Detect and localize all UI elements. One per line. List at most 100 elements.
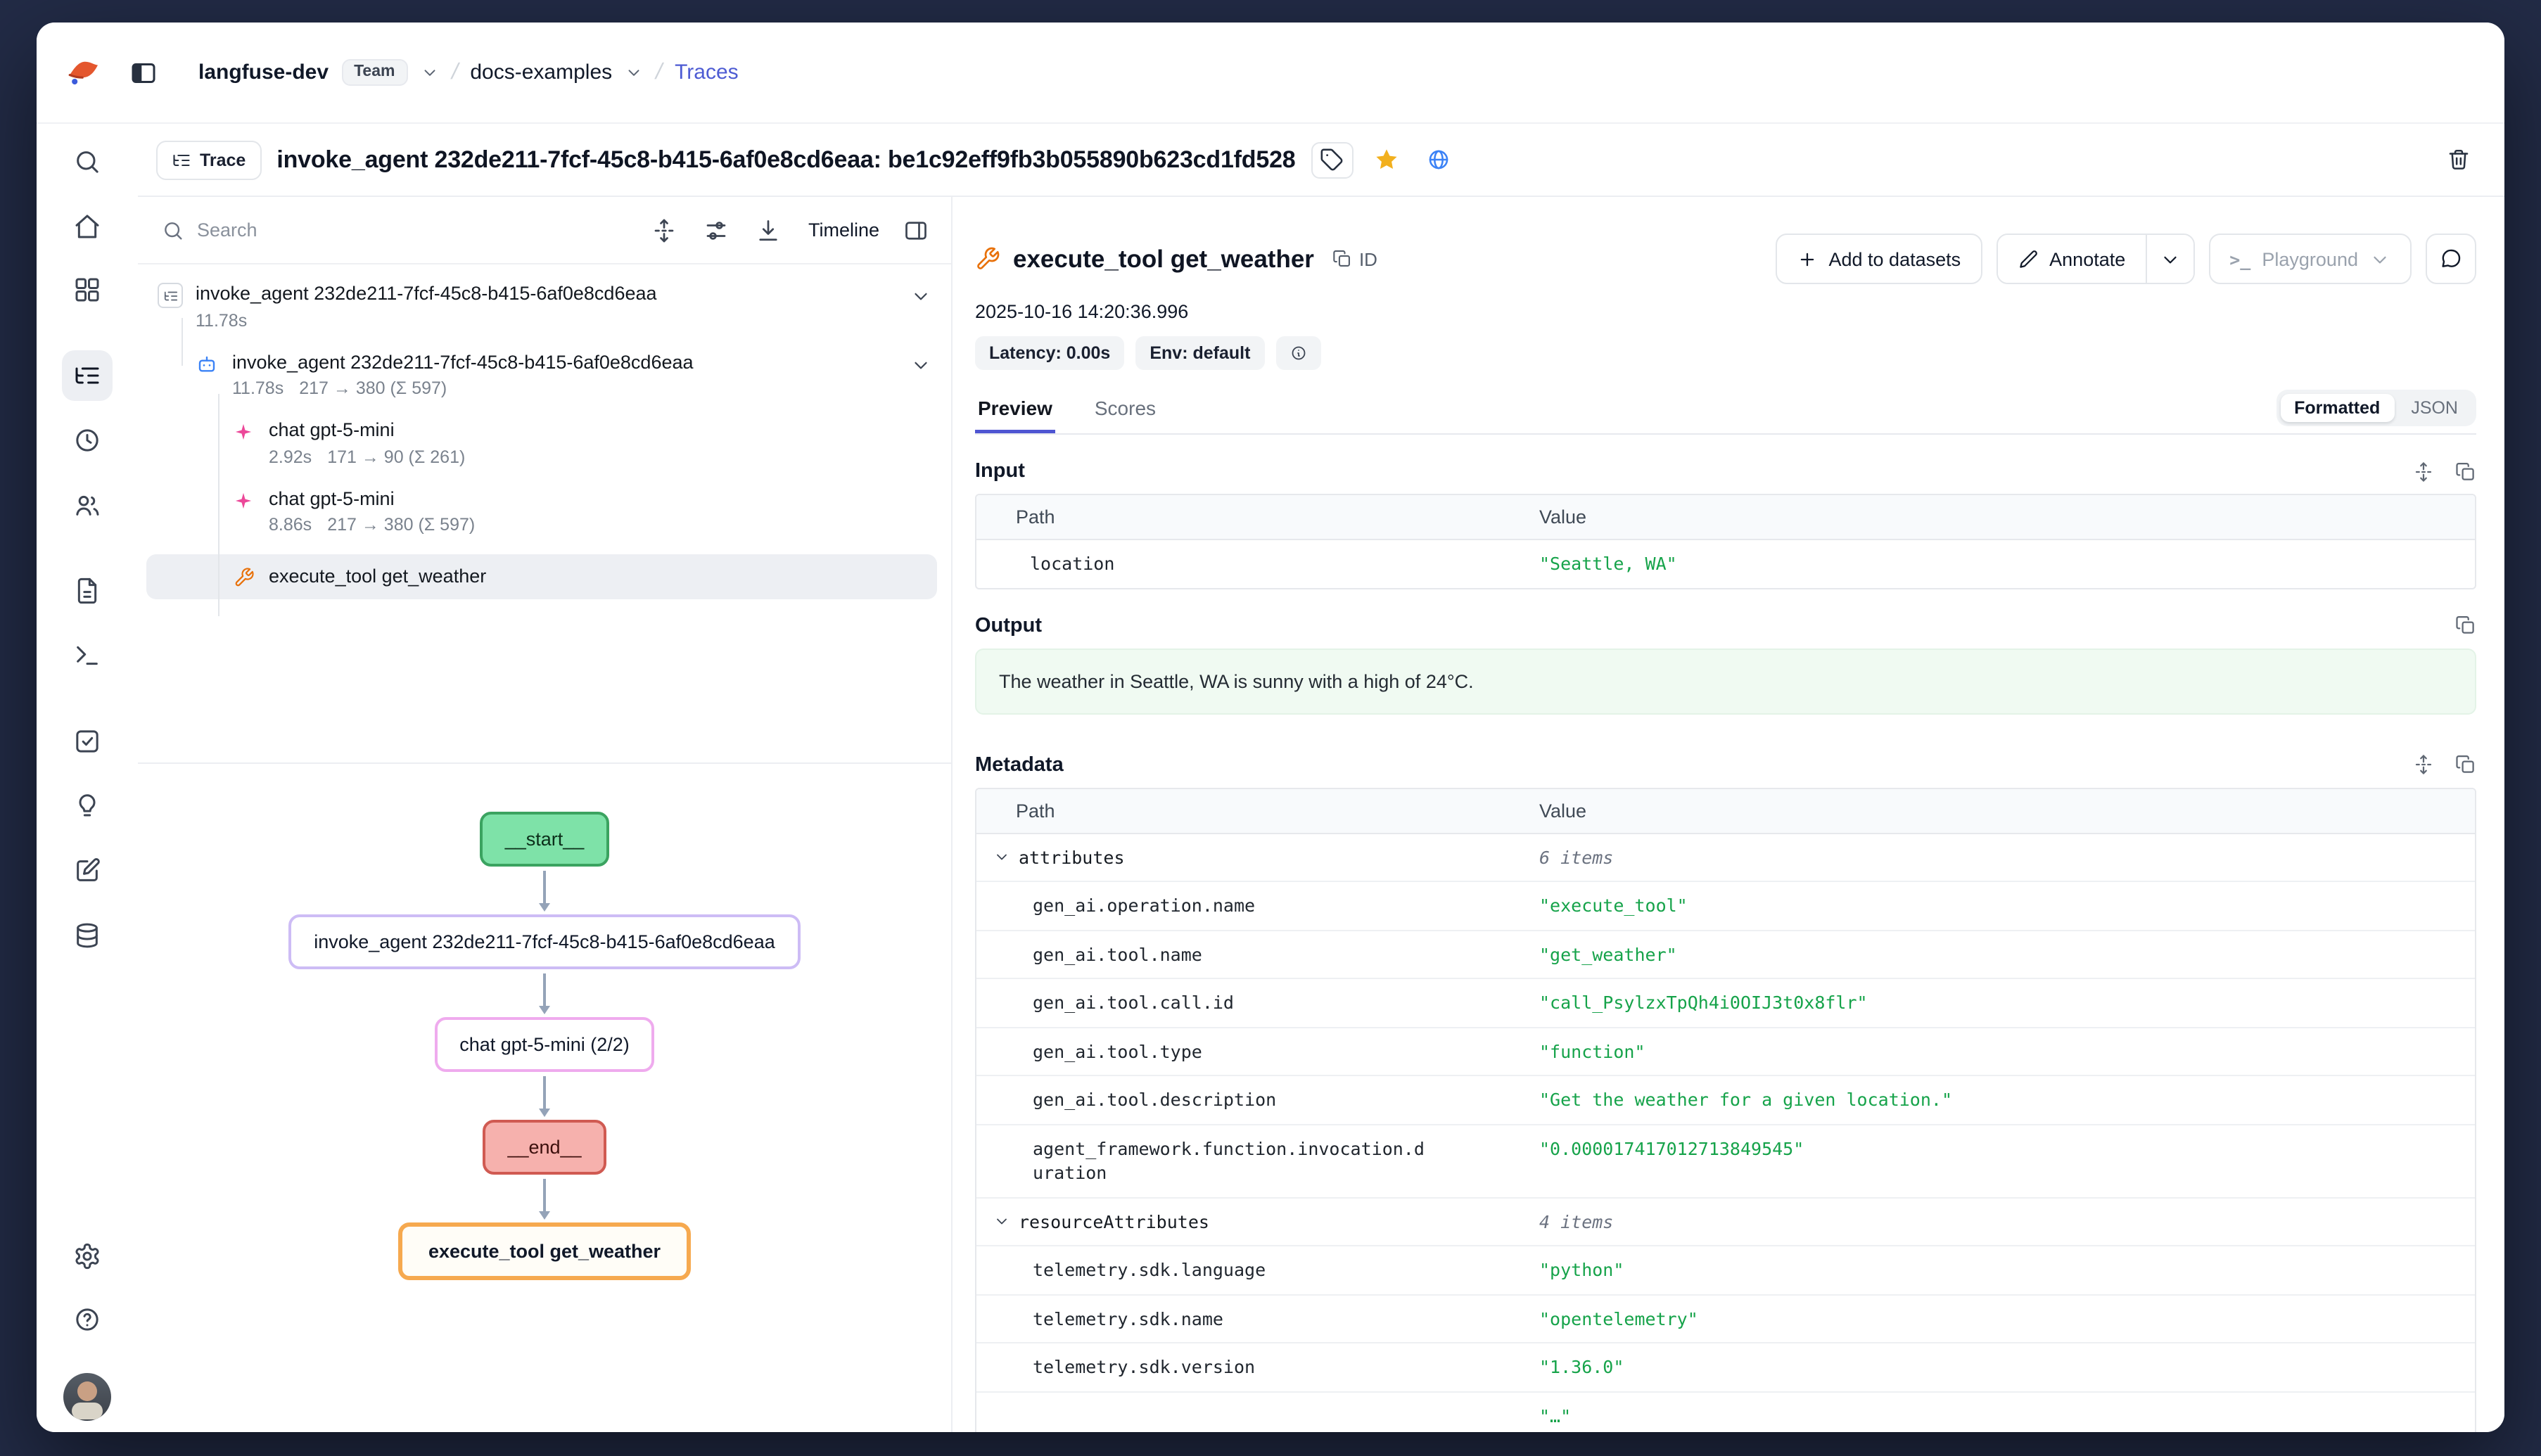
- breadcrumb-separator: /: [449, 60, 461, 85]
- observation-timestamp: 2025-10-16 14:20:36.996: [975, 301, 2476, 322]
- trace-type-badge: Trace: [156, 140, 261, 179]
- evaluation-icon[interactable]: [62, 716, 113, 767]
- prompts-icon[interactable]: [62, 566, 113, 616]
- tag-icon[interactable]: [1311, 141, 1354, 178]
- globe-icon[interactable]: [1421, 141, 1458, 178]
- support-icon[interactable]: [62, 1294, 113, 1345]
- graph-node-end[interactable]: __end__: [482, 1120, 606, 1175]
- app-window: langfuse-dev Team / docs-examples / Trac…: [37, 23, 2504, 1432]
- tab-scores[interactable]: Scores: [1092, 381, 1159, 433]
- sessions-icon[interactable]: [62, 415, 113, 466]
- graph-node-chat[interactable]: chat gpt-5-mini (2/2): [434, 1017, 655, 1072]
- search-icon[interactable]: [62, 136, 113, 187]
- tree-row-tokens: 217 → 380 (Σ 597): [327, 515, 475, 535]
- copy-icon[interactable]: [2455, 754, 2476, 775]
- chevron-down-icon[interactable]: [910, 350, 931, 375]
- annotate-split-button: Annotate: [1996, 234, 2194, 284]
- input-section-label: Input: [975, 460, 1025, 483]
- graph-edge-arrow: [539, 1072, 550, 1120]
- metadata-group-row[interactable]: attributes 6 items: [976, 834, 2475, 881]
- generation-icon: [231, 487, 256, 513]
- download-icon[interactable]: [756, 216, 784, 244]
- timeline-toggle[interactable]: Timeline: [808, 219, 879, 241]
- annotate-dropdown-icon[interactable]: [2145, 235, 2193, 283]
- metadata-key: gen_ai.tool.type: [1033, 1039, 1202, 1064]
- metadata-group-row[interactable]: resourceAttributes 4 items: [976, 1196, 2475, 1245]
- graph-edge-arrow: [539, 1175, 550, 1222]
- search-icon: [162, 219, 184, 241]
- tree-row-trace[interactable]: invoke_agent 232de211-7fcf-45c8-b415-6af…: [138, 279, 951, 347]
- panel-collapse-icon[interactable]: [903, 216, 931, 244]
- expand-icon[interactable]: [2413, 461, 2434, 482]
- users-icon[interactable]: [62, 480, 113, 530]
- topbar: langfuse-dev Team / docs-examples / Trac…: [37, 23, 2504, 124]
- graph-node-tool-selected[interactable]: execute_tool get_weather: [399, 1222, 690, 1280]
- tree-row-agent[interactable]: invoke_agent 232de211-7fcf-45c8-b415-6af…: [138, 347, 951, 415]
- annotation-icon[interactable]: [62, 845, 113, 896]
- tree-row-generation[interactable]: chat gpt-5-mini 2.92s171 → 90 (Σ 261): [138, 415, 951, 483]
- breadcrumb-page-traces[interactable]: Traces: [675, 60, 739, 84]
- metadata-value: "function": [1539, 1039, 2475, 1064]
- star-icon[interactable]: [1369, 141, 1406, 178]
- insights-icon[interactable]: [62, 779, 113, 830]
- wrench-icon: [231, 564, 256, 589]
- stage: langfuse-dev Team / docs-examples / Trac…: [0, 0, 2541, 1456]
- breadcrumb-project[interactable]: langfuse-dev: [198, 60, 329, 84]
- graph-edge-arrow: [539, 969, 550, 1017]
- playground-button[interactable]: >_ Playground: [2208, 234, 2412, 284]
- metadata-value: "opentelemetry": [1539, 1306, 2475, 1331]
- metadata-value: "…": [1539, 1403, 2475, 1428]
- copy-icon[interactable]: [2455, 615, 2476, 636]
- tree-row-duration: 11.78s: [232, 378, 284, 398]
- user-avatar[interactable]: [63, 1373, 111, 1421]
- annotate-button[interactable]: Annotate: [1997, 235, 2145, 283]
- input-value: "Seattle, WA": [1539, 551, 2475, 576]
- format-json-button[interactable]: JSON: [2397, 393, 2472, 421]
- expand-all-icon[interactable]: [652, 216, 680, 244]
- datasets-icon[interactable]: [62, 910, 113, 961]
- chevron-down-icon[interactable]: [910, 281, 931, 307]
- tree-row-label: invoke_agent 232de211-7fcf-45c8-b415-6af…: [232, 350, 694, 374]
- chevron-down-icon[interactable]: [993, 1212, 1010, 1229]
- graph-node-agent[interactable]: invoke_agent 232de211-7fcf-45c8-b415-6af…: [288, 914, 801, 969]
- metadata-key: telemetry.sdk.version: [1033, 1355, 1255, 1379]
- plus-icon: [1797, 248, 1818, 269]
- home-icon[interactable]: [62, 201, 113, 252]
- metadata-count: 4 items: [1539, 1209, 2475, 1234]
- column-path: Path: [976, 800, 1539, 821]
- metadata-section-label: Metadata: [975, 753, 1064, 776]
- breadcrumb-section[interactable]: docs-examples: [470, 60, 612, 84]
- tree-row-duration: 2.92s: [269, 447, 312, 466]
- agent-graph: __start__ invoke_agent 232de211-7fcf-45c…: [138, 764, 951, 1432]
- dashboards-icon[interactable]: [62, 264, 113, 315]
- copy-id-button[interactable]: ID: [1332, 248, 1377, 269]
- comment-icon[interactable]: [2426, 234, 2476, 284]
- chevron-down-icon[interactable]: [993, 848, 1010, 864]
- sidebar-toggle-icon[interactable]: [122, 51, 165, 94]
- settings-icon[interactable]: [62, 1231, 113, 1282]
- observation-tree-panel: Timeline invoke_agent 232de211-7fcf-45c8…: [138, 197, 951, 1432]
- filters-icon[interactable]: [704, 216, 732, 244]
- tree-row-tool-selected[interactable]: execute_tool get_weather: [146, 554, 937, 599]
- trash-icon[interactable]: [2440, 141, 2476, 178]
- column-value: Value: [1539, 800, 2475, 821]
- metadata-key: gen_ai.tool.call.id: [1033, 990, 1234, 1015]
- tab-preview[interactable]: Preview: [975, 381, 1055, 433]
- playground-icon[interactable]: [62, 630, 113, 681]
- chevron-down-icon[interactable]: [420, 63, 438, 82]
- tree-row-label: invoke_agent 232de211-7fcf-45c8-b415-6af…: [196, 281, 657, 306]
- add-to-datasets-button[interactable]: Add to datasets: [1776, 234, 1982, 284]
- trace-icon: [158, 283, 183, 308]
- search-input[interactable]: [197, 219, 628, 241]
- format-formatted-button[interactable]: Formatted: [2280, 393, 2394, 421]
- search-field[interactable]: [162, 219, 628, 241]
- info-icon[interactable]: [1275, 336, 1320, 370]
- graph-node-start[interactable]: __start__: [480, 812, 610, 867]
- traces-icon[interactable]: [62, 350, 113, 401]
- table-row: location "Seattle, WA": [976, 540, 2475, 587]
- tree-row-generation[interactable]: chat gpt-5-mini 8.86s217 → 380 (Σ 597): [138, 483, 951, 551]
- copy-icon[interactable]: [2455, 461, 2476, 482]
- expand-icon[interactable]: [2413, 754, 2434, 775]
- chevron-down-icon[interactable]: [625, 63, 643, 82]
- langfuse-logo-icon: [65, 53, 103, 91]
